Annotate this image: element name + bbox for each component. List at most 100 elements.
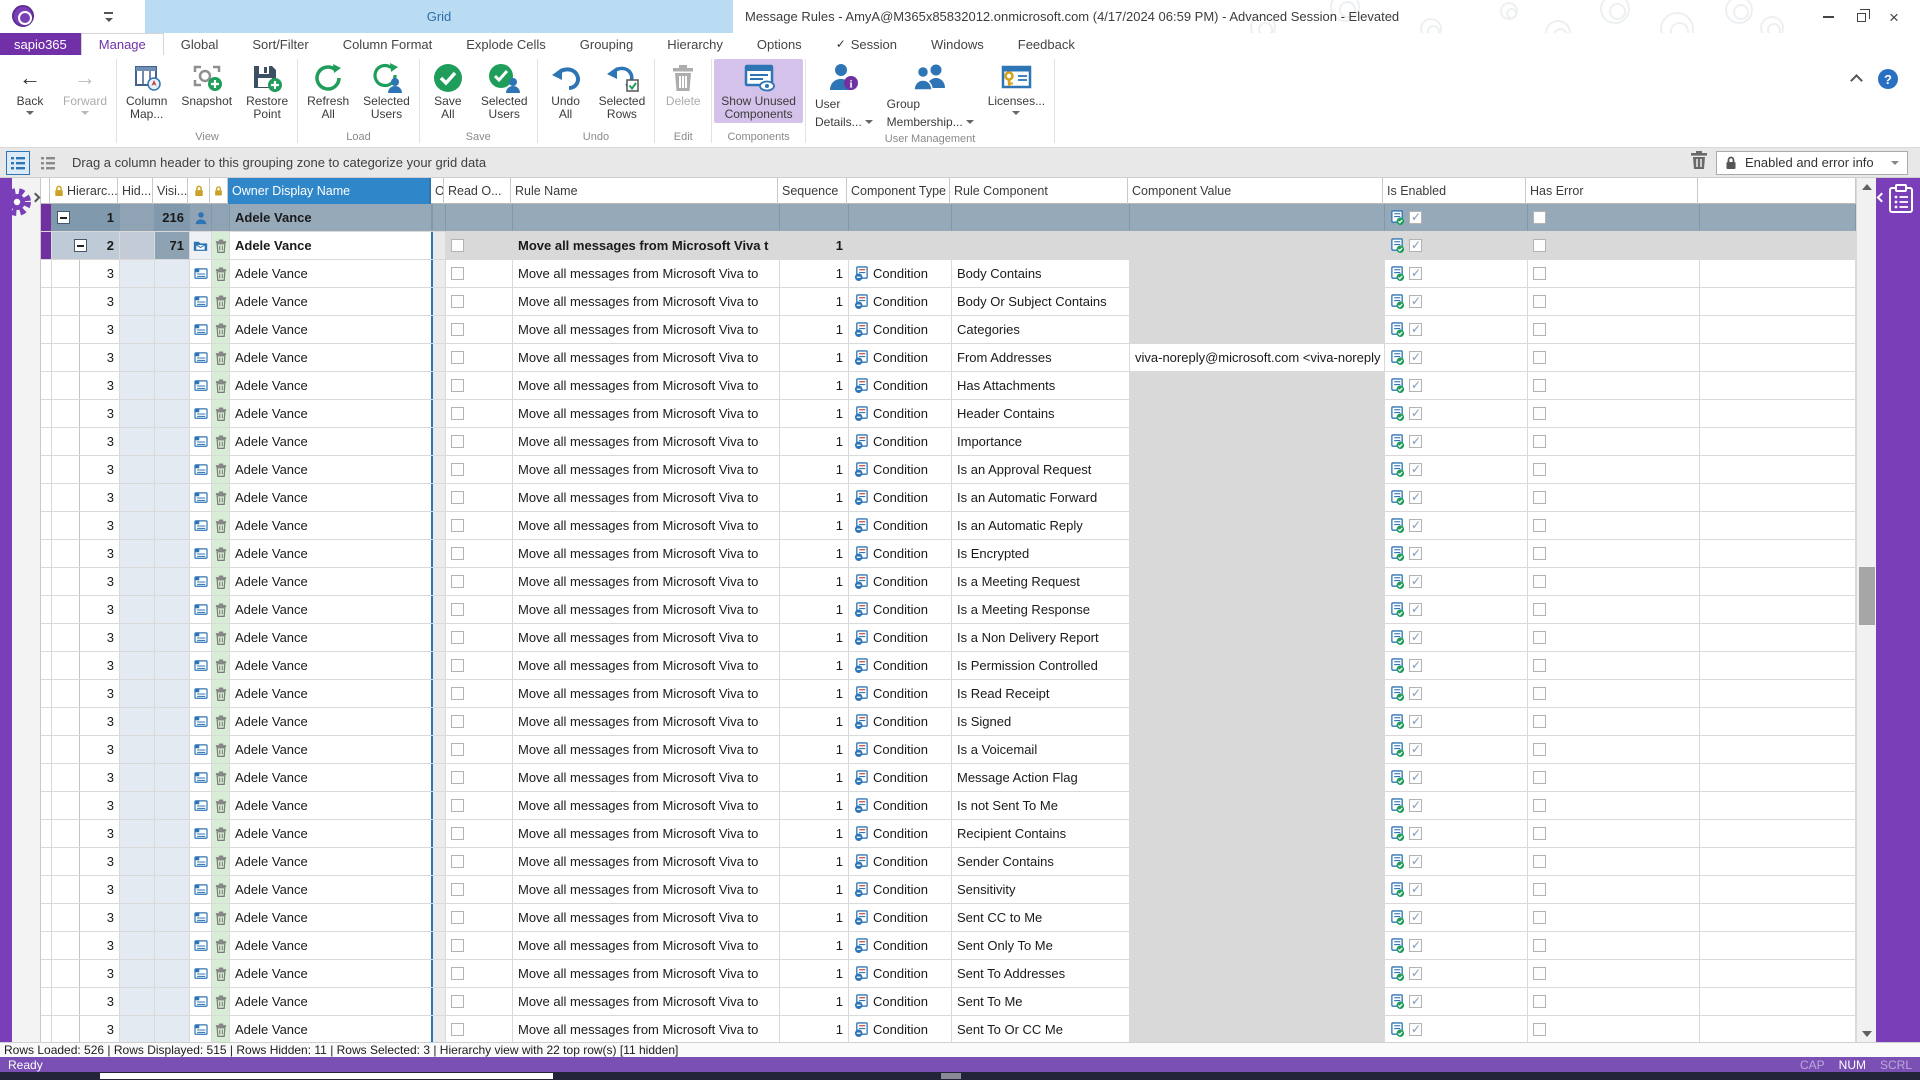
hierarchy-cell[interactable]: 3 <box>52 904 120 931</box>
sequence-cell[interactable]: 1 <box>780 932 849 959</box>
is-enabled-cell[interactable] <box>1385 344 1528 371</box>
read-only-cell[interactable] <box>446 400 513 427</box>
is-enabled-cell[interactable] <box>1385 596 1528 623</box>
has-error-cell[interactable] <box>1528 652 1700 679</box>
minimize-button[interactable] <box>1814 6 1842 28</box>
hidden-cell[interactable] <box>120 736 155 763</box>
is-enabled-cell[interactable] <box>1385 512 1528 539</box>
is-enabled-cell[interactable] <box>1385 736 1528 763</box>
component-type-cell[interactable]: Condition <box>849 904 952 931</box>
rule-component-row[interactable]: 3 Adele Vance Move all messages from Mic… <box>41 932 1856 960</box>
hierarchy-cell[interactable]: 3 <box>52 344 120 371</box>
is-enabled-checkbox[interactable] <box>1409 434 1422 448</box>
has-error-cell[interactable] <box>1528 904 1700 931</box>
has-error-cell[interactable] <box>1528 680 1700 707</box>
read-only-cell[interactable] <box>446 344 513 371</box>
has-error-cell[interactable] <box>1528 792 1700 819</box>
is-enabled-checkbox[interactable] <box>1409 882 1422 896</box>
o-cell[interactable] <box>433 288 446 315</box>
flat-view-toggle[interactable] <box>36 151 60 175</box>
is-enabled-checkbox[interactable] <box>1409 686 1422 700</box>
read-only-cell[interactable] <box>446 540 513 567</box>
o-cell[interactable] <box>433 344 446 371</box>
rule-name-cell[interactable]: Move all messages from Microsoft Viva to <box>513 1016 780 1042</box>
delete-cell[interactable] <box>212 316 230 343</box>
has-error-cell[interactable] <box>1528 876 1700 903</box>
component-type-cell[interactable]: Condition <box>849 764 952 791</box>
delete-cell[interactable] <box>212 960 230 987</box>
hidden-cell[interactable] <box>120 344 155 371</box>
delete-cell[interactable] <box>212 848 230 875</box>
component-value-cell[interactable] <box>1130 456 1385 483</box>
hidden-cell[interactable] <box>120 260 155 287</box>
read-only-cell[interactable] <box>446 568 513 595</box>
read-only-cell[interactable] <box>446 1016 513 1042</box>
delete-cell[interactable] <box>212 988 230 1015</box>
delete-cell[interactable] <box>212 204 230 231</box>
vertical-scrollbar[interactable] <box>1856 178 1876 1042</box>
is-enabled-checkbox[interactable] <box>1409 770 1422 784</box>
sequence-cell[interactable]: 1 <box>780 988 849 1015</box>
o-cell[interactable] <box>433 456 446 483</box>
right-rail[interactable] <box>1876 178 1920 1042</box>
header-component-value[interactable]: Component Value <box>1128 178 1383 204</box>
delete-cell[interactable] <box>212 736 230 763</box>
is-enabled-checkbox[interactable] <box>1409 742 1422 756</box>
rule-component-row[interactable]: 3 Adele Vance Move all messages from Mic… <box>41 400 1856 428</box>
read-only-checkbox[interactable] <box>451 743 464 756</box>
has-error-checkbox[interactable] <box>1533 659 1546 672</box>
header-hierarchy[interactable]: Hierarc... <box>50 178 118 204</box>
visible-cell[interactable] <box>155 568 190 595</box>
read-only-cell[interactable] <box>446 652 513 679</box>
show-unused-components-button[interactable]: Show Unused Components <box>714 59 803 123</box>
rule-component-cell[interactable]: Is Read Receipt <box>952 680 1130 707</box>
sequence-cell[interactable]: 1 <box>780 400 849 427</box>
delete-cell[interactable] <box>212 680 230 707</box>
rule-name-cell[interactable]: Move all messages from Microsoft Viva to <box>513 988 780 1015</box>
is-enabled-checkbox[interactable] <box>1409 574 1422 588</box>
has-error-checkbox[interactable] <box>1533 1023 1546 1036</box>
visible-cell[interactable] <box>155 736 190 763</box>
has-error-checkbox[interactable] <box>1533 547 1546 560</box>
has-error-checkbox[interactable] <box>1533 267 1546 280</box>
back-button[interactable]: ← Back <box>4 59 56 117</box>
has-error-cell[interactable] <box>1528 512 1700 539</box>
read-only-checkbox[interactable] <box>451 435 464 448</box>
owner-cell[interactable]: Adele Vance <box>230 372 433 399</box>
has-error-checkbox[interactable] <box>1533 883 1546 896</box>
has-error-checkbox[interactable] <box>1533 379 1546 392</box>
visible-cell[interactable] <box>155 400 190 427</box>
scroll-up-button[interactable] <box>1857 178 1877 195</box>
tab-grouping[interactable]: Grouping <box>563 33 650 55</box>
rule-component-row[interactable]: 3 Adele Vance Move all messages from Mic… <box>41 428 1856 456</box>
row-type-cell[interactable] <box>190 960 212 987</box>
component-type-cell[interactable]: Condition <box>849 932 952 959</box>
rule-component-row[interactable]: 3 Adele Vance Move all messages from Mic… <box>41 988 1856 1016</box>
component-value-cell[interactable] <box>1130 1016 1385 1042</box>
o-cell[interactable] <box>433 680 446 707</box>
read-only-checkbox[interactable] <box>451 323 464 336</box>
hierarchy-cell[interactable]: 3 <box>52 820 120 847</box>
hidden-cell[interactable] <box>120 456 155 483</box>
rule-name-cell[interactable]: Move all messages from Microsoft Viva to <box>513 792 780 819</box>
hidden-cell[interactable] <box>120 988 155 1015</box>
sequence-cell[interactable]: 1 <box>780 820 849 847</box>
is-enabled-checkbox[interactable] <box>1409 518 1422 532</box>
read-only-cell[interactable] <box>446 288 513 315</box>
read-only-cell[interactable] <box>446 484 513 511</box>
is-enabled-cell[interactable] <box>1385 820 1528 847</box>
is-enabled-cell[interactable] <box>1385 708 1528 735</box>
is-enabled-cell[interactable] <box>1385 540 1528 567</box>
hierarchy-cell[interactable]: 3 <box>52 624 120 651</box>
is-enabled-checkbox[interactable] <box>1409 266 1422 280</box>
rule-component-cell[interactable]: Is Encrypted <box>952 540 1130 567</box>
owner-cell[interactable]: Adele Vance <box>230 960 433 987</box>
has-error-checkbox[interactable] <box>1533 771 1546 784</box>
row-type-cell[interactable] <box>190 596 212 623</box>
rule-name-cell[interactable]: Move all messages from Microsoft Viva to <box>513 344 780 371</box>
visible-cell[interactable] <box>155 680 190 707</box>
owner-cell[interactable]: Adele Vance <box>230 428 433 455</box>
rule-component-cell[interactable] <box>952 204 1130 231</box>
read-only-cell[interactable] <box>446 708 513 735</box>
is-enabled-cell[interactable] <box>1385 1016 1528 1042</box>
